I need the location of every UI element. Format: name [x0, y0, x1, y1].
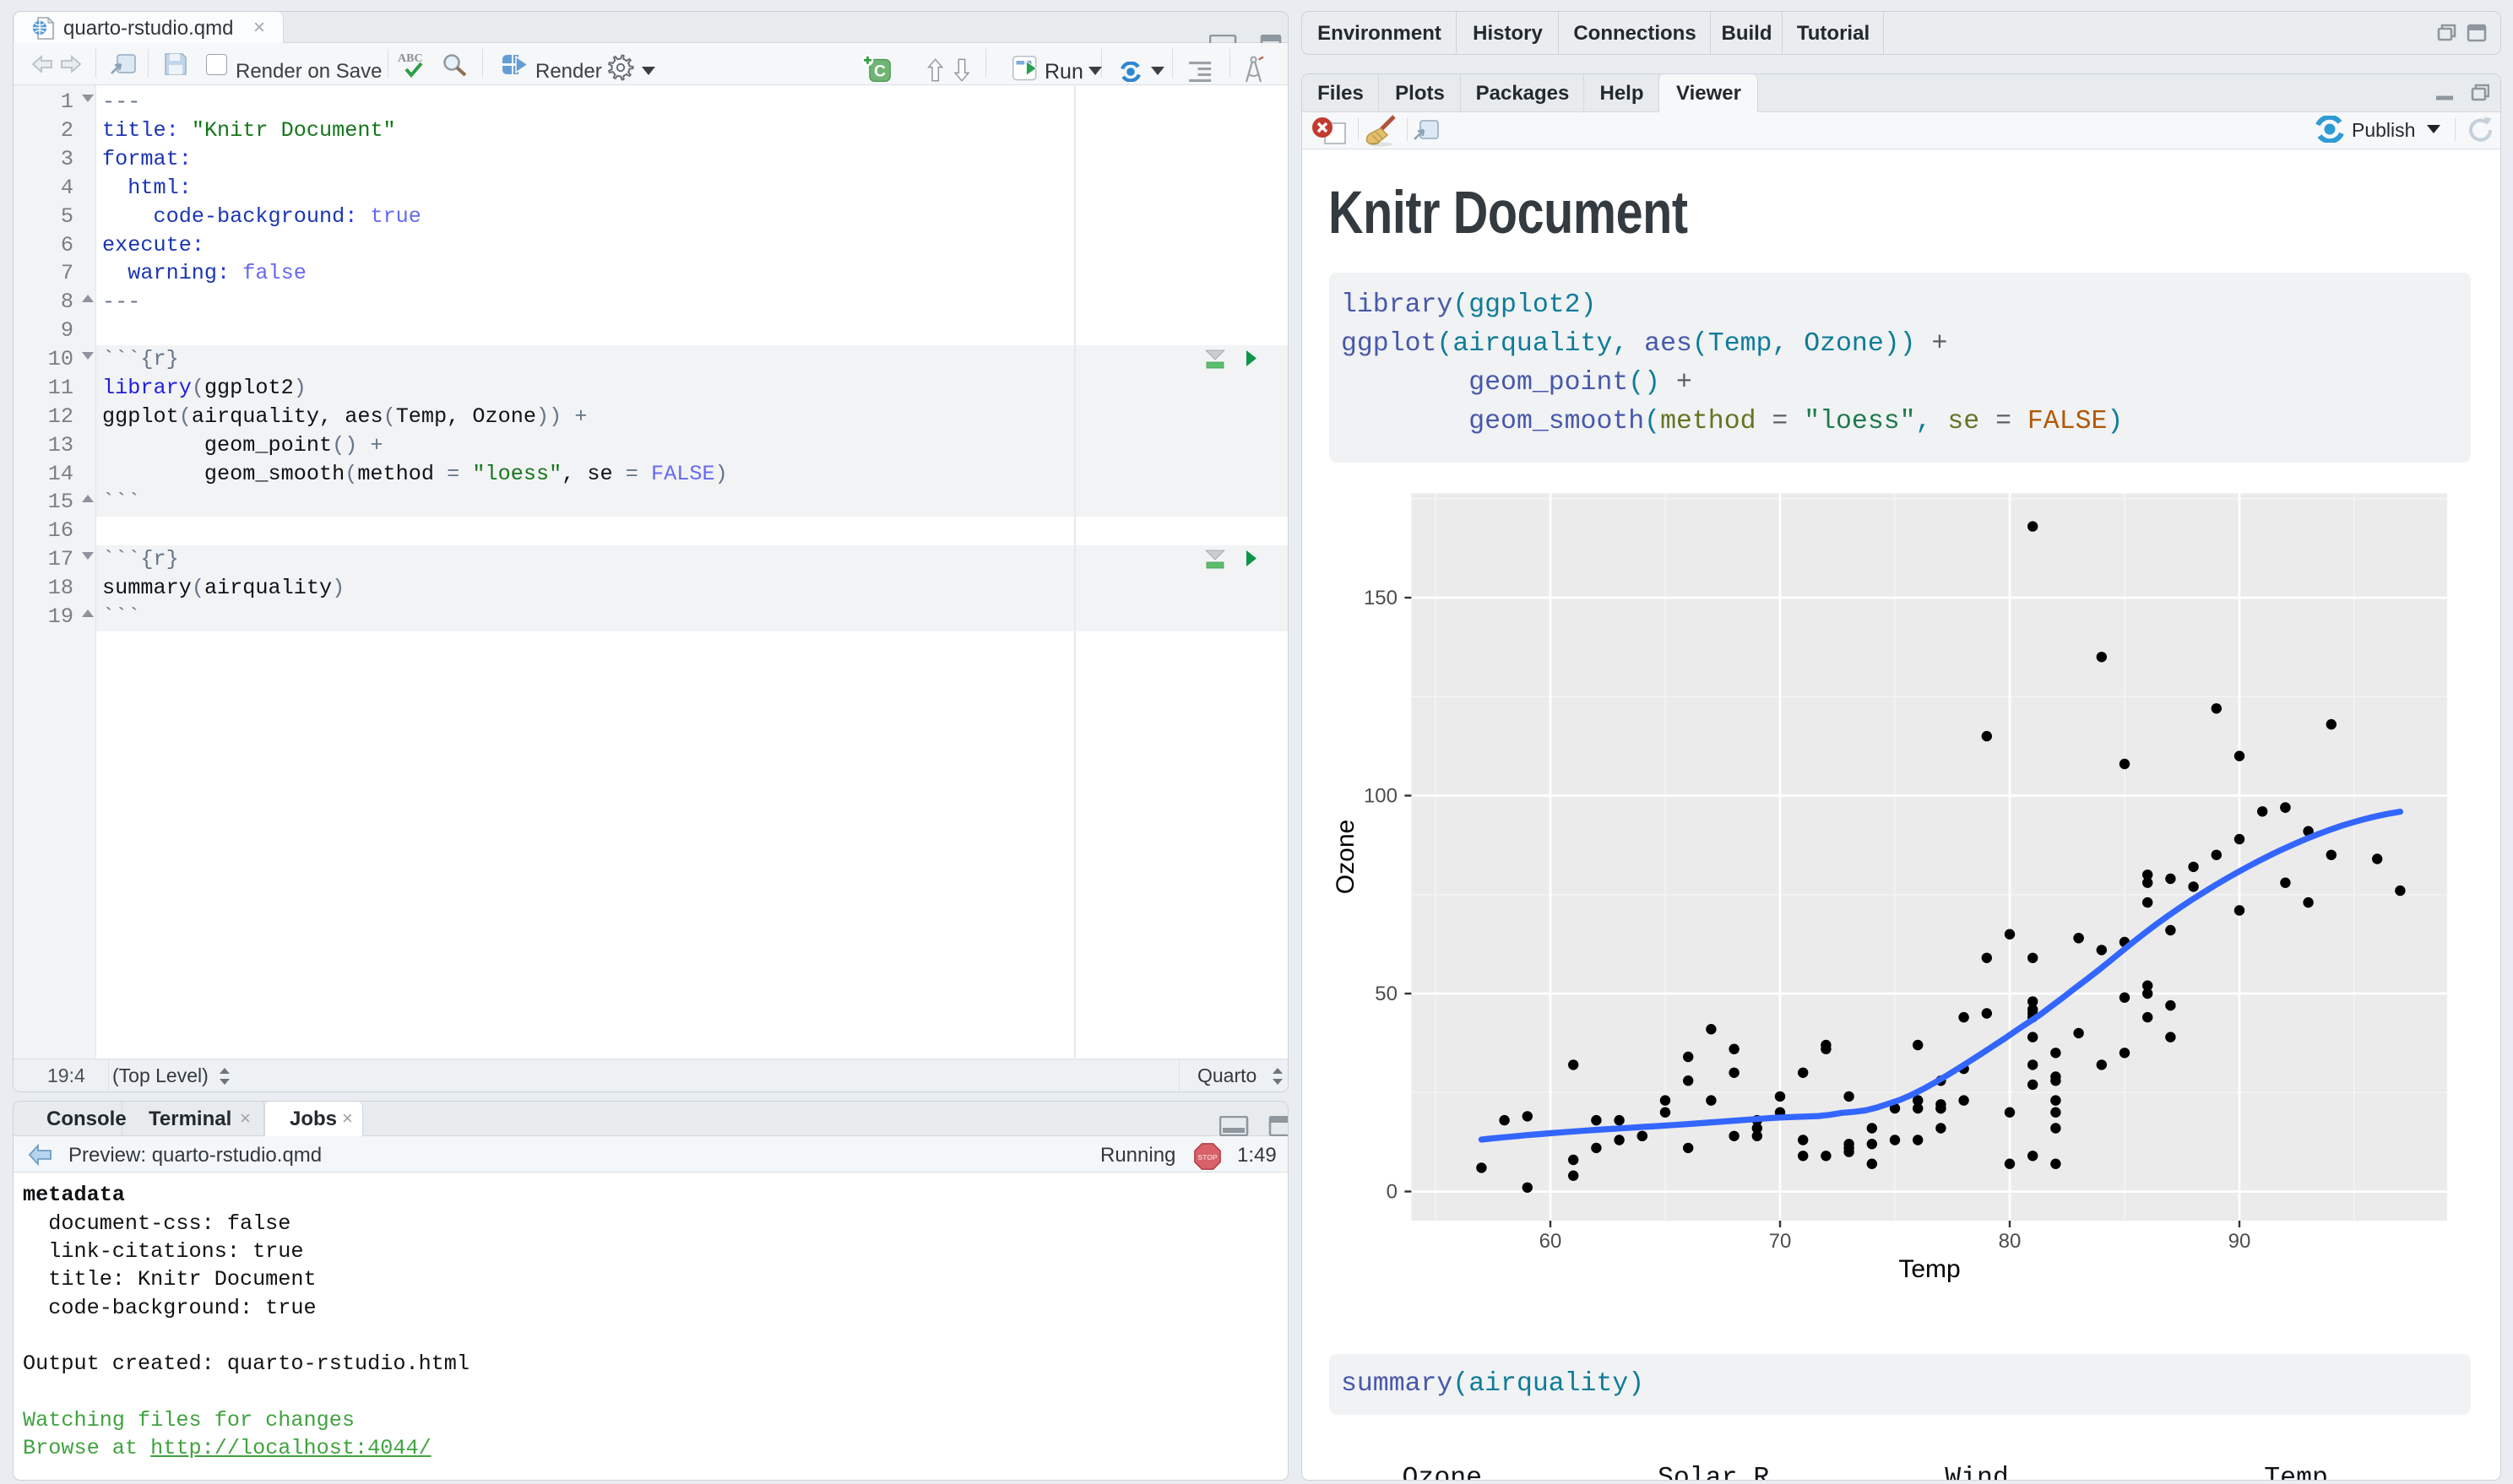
svg-text:STOP: STOP [1198, 1153, 1218, 1162]
svg-text:C: C [874, 62, 886, 81]
svg-text:ABC: ABC [398, 52, 423, 65]
